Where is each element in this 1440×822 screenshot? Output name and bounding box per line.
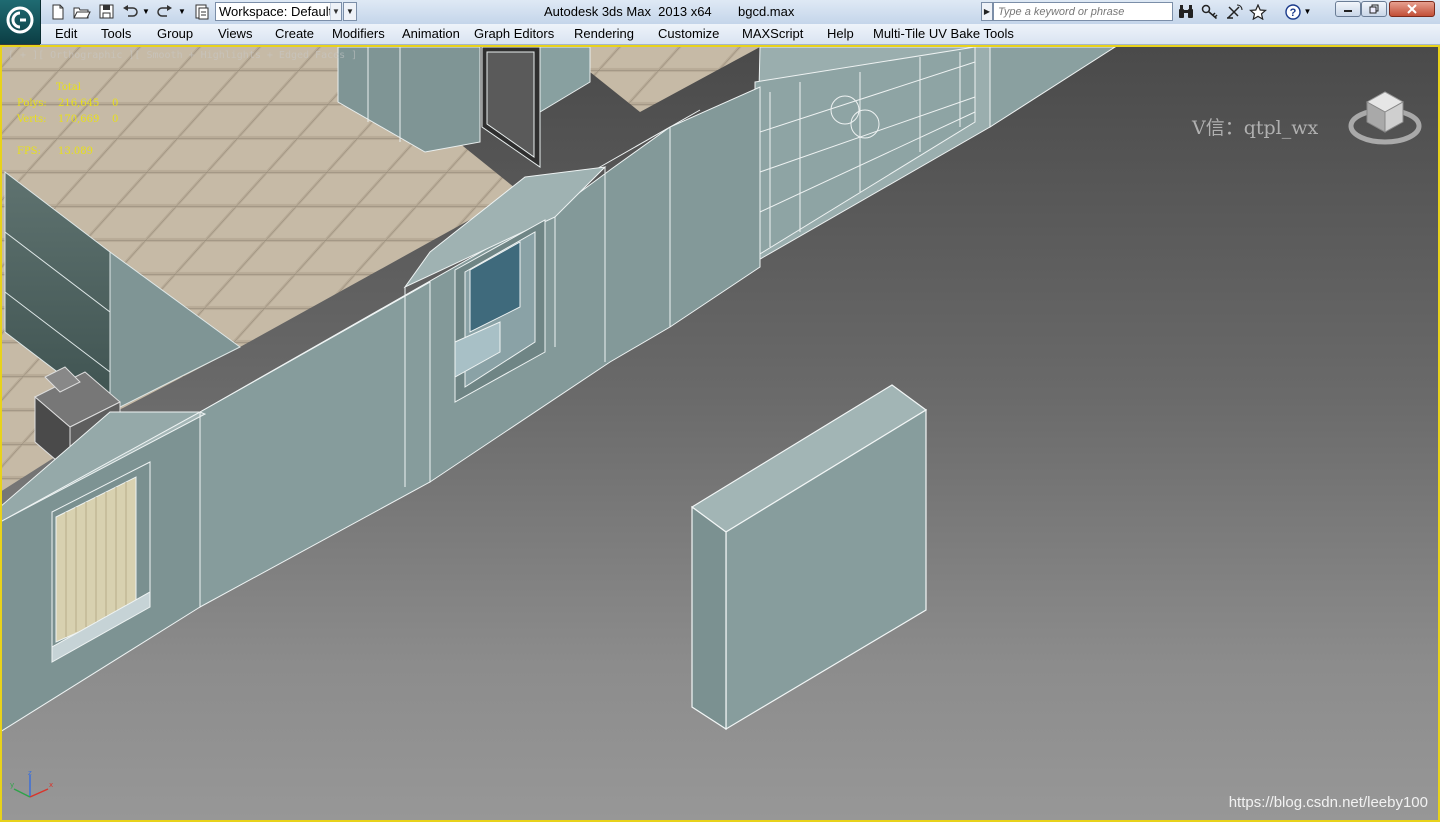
- minimize-button[interactable]: [1335, 1, 1361, 17]
- source-url-watermark: https://blog.csdn.net/leeby100: [1228, 794, 1428, 811]
- chevron-down-icon: ▼: [330, 3, 341, 20]
- menu-rendering[interactable]: Rendering: [574, 26, 634, 41]
- key-icon[interactable]: [1200, 2, 1220, 21]
- menu-help[interactable]: Help: [827, 26, 854, 41]
- help-icon: ?: [1284, 3, 1301, 20]
- perspective-viewport[interactable]: [ + ][ Orthographic ][ Smooth + Highligh…: [0, 45, 1440, 822]
- viewport-label-menu[interactable]: [ + ][ Orthographic ][ Smooth + Highligh…: [8, 50, 357, 61]
- svg-text:y: y: [10, 781, 14, 789]
- search-input[interactable]: [993, 2, 1173, 21]
- svg-text:?: ?: [1289, 7, 1296, 19]
- workspace-select[interactable]: Workspace: Default ▼: [215, 2, 342, 21]
- stats-verts-value: 170,669: [58, 114, 100, 125]
- scene-render[interactable]: [0, 45, 1440, 822]
- project-folder-icon[interactable]: [192, 2, 212, 21]
- search-expand-button[interactable]: ▶: [981, 2, 993, 21]
- svg-text:x: x: [49, 781, 53, 789]
- help-dropdown-icon: ▼: [1303, 7, 1312, 16]
- menu-views[interactable]: Views: [218, 26, 252, 41]
- menu-bar: Edit Tools Group Views Create Modifiers …: [40, 24, 1440, 45]
- open-file-icon[interactable]: [71, 2, 93, 21]
- menu-edit[interactable]: Edit: [55, 26, 77, 41]
- svg-text:z: z: [28, 769, 32, 777]
- menu-maxscript[interactable]: MAXScript: [742, 26, 803, 41]
- panel-block[interactable]: [690, 384, 928, 731]
- stats-polys-value: 216,645: [58, 98, 100, 109]
- menu-customize[interactable]: Customize: [658, 26, 719, 41]
- satellite-icon[interactable]: [1224, 2, 1244, 21]
- menu-create[interactable]: Create: [275, 26, 314, 41]
- glass-partition: [754, 47, 1117, 263]
- window-file-name: bgcd.max: [738, 4, 795, 19]
- workspace-select-label: Workspace: Default: [219, 4, 333, 19]
- menu-group[interactable]: Group: [157, 26, 193, 41]
- 3ds-max-logo-icon[interactable]: [0, 0, 41, 44]
- stats-verts-label: Verts:: [17, 114, 47, 125]
- menu-multitile-uv-bake-tools[interactable]: Multi-Tile UV Bake Tools: [873, 26, 1014, 41]
- axis-tripod-icon: z x y: [8, 767, 56, 812]
- redo-icon[interactable]: [155, 2, 175, 21]
- stats-verts-selected: 0: [112, 114, 119, 125]
- stats-fps-value: 13.089: [58, 146, 93, 157]
- star-icon[interactable]: [1248, 2, 1268, 21]
- restore-button[interactable]: [1361, 1, 1387, 17]
- viewcube[interactable]: [1347, 82, 1425, 153]
- stats-polys-label: Polys:: [17, 98, 47, 109]
- menu-graph-editors[interactable]: Graph Editors: [474, 26, 554, 41]
- redo-dropdown-icon[interactable]: ▼: [177, 2, 187, 21]
- menu-modifiers[interactable]: Modifiers: [332, 26, 385, 41]
- title-bar: ▼ ▼ Workspace: Default ▼ ▼ Autodesk 3ds …: [0, 0, 1440, 25]
- undo-icon[interactable]: [120, 2, 140, 21]
- new-file-icon[interactable]: [48, 2, 68, 21]
- menu-tools[interactable]: Tools: [101, 26, 131, 41]
- window-title: Autodesk 3ds Max 2013 x64: [544, 4, 712, 19]
- stats-fps-label: FPS:: [17, 146, 41, 157]
- stats-polys-selected: 0: [112, 98, 119, 109]
- close-button[interactable]: [1389, 1, 1435, 17]
- save-icon[interactable]: [96, 2, 116, 21]
- undo-dropdown-icon[interactable]: ▼: [141, 2, 151, 21]
- stats-header: Total: [56, 82, 82, 93]
- workspace-dropdown-button[interactable]: ▼: [343, 2, 357, 21]
- binoculars-icon[interactable]: [1176, 2, 1196, 21]
- watermark-text: V信：qtpl_wx: [1192, 117, 1319, 139]
- menu-animation[interactable]: Animation: [402, 26, 460, 41]
- help-button[interactable]: ? ▼: [1280, 2, 1316, 21]
